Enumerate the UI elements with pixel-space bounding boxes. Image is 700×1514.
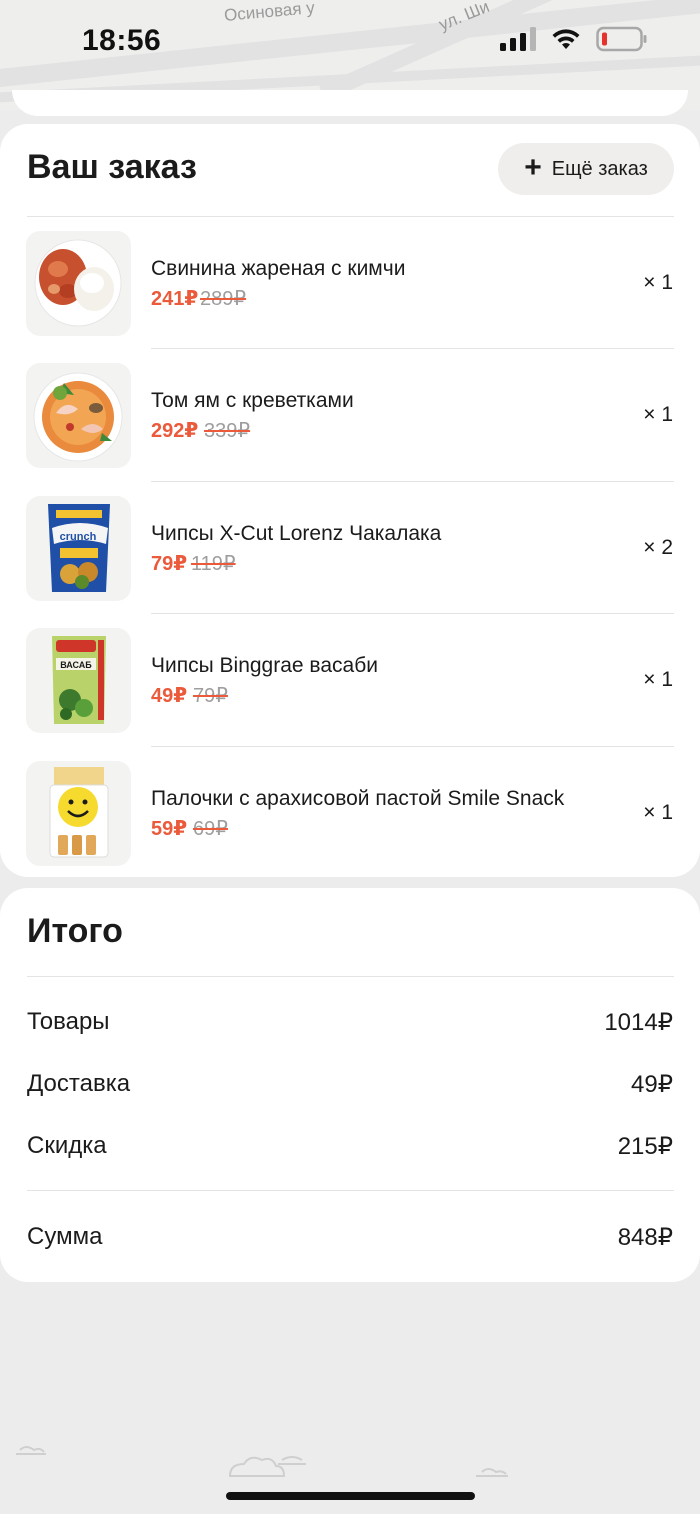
item-price: 49₽ [151, 685, 188, 707]
map-street-label: Осиновая у [223, 0, 316, 25]
cloud-icon [228, 1456, 306, 1477]
summary-discount-value: 215₽ [617, 1133, 673, 1160]
status-time: 18:56 [82, 24, 162, 57]
tom-yum-image [26, 363, 131, 468]
summary-title: Итого [27, 912, 123, 950]
item-quantity: × 1 [643, 668, 673, 691]
divider [27, 216, 674, 217]
item-name: Чипсы X-Cut Lorenz Чакалака [151, 522, 442, 545]
item-price: 59₽ [151, 818, 188, 840]
previous-card-edge [12, 90, 688, 116]
item-old-price: 79₽ [193, 685, 228, 707]
battery-low-icon [596, 26, 647, 52]
cellular-signal-icon [500, 27, 536, 51]
order-item[interactable]: Палочки с арахисовой пастой Smile Snack … [0, 761, 700, 893]
divider [151, 348, 674, 349]
item-quantity: × 1 [643, 403, 673, 426]
item-price: 241₽ [151, 288, 199, 310]
summary-delivery-value: 49₽ [631, 1071, 673, 1098]
summary-discount-label: Скидка [27, 1132, 107, 1159]
crunchips-image: crunch [26, 496, 131, 601]
summary-total-value: 848₽ [617, 1224, 673, 1251]
add-order-button-label: Ещё заказ [551, 157, 648, 180]
item-quantity: × 2 [643, 536, 673, 559]
order-item[interactable]: ВАСАБ Чипсы Binggrae васаби 49₽ 79₽ × 1 [0, 628, 700, 760]
summary-goods-label: Товары [27, 1008, 110, 1035]
pork-kimchi-image [26, 231, 131, 336]
item-name: Палочки с арахисовой пастой Smile Snack [151, 787, 565, 810]
cloud-icon [16, 1446, 46, 1455]
divider [151, 613, 674, 614]
item-quantity: × 1 [643, 271, 673, 294]
summary-total-label: Сумма [27, 1223, 103, 1250]
item-name: Свинина жареная с кимчи [151, 257, 406, 280]
item-price: 79₽ [151, 553, 188, 575]
wifi-icon [552, 29, 580, 49]
svg-text:ВАСАБ: ВАСАБ [60, 660, 92, 670]
divider [151, 481, 674, 482]
order-item[interactable]: crunch Чипсы X-Cut Lorenz Чакалака 79₽ 1… [0, 496, 700, 628]
order-item[interactable]: Том ям с креветками 292₽ 339₽ × 1 [0, 363, 700, 495]
order-title: Ваш заказ [27, 148, 197, 186]
svg-text:crunch: crunch [60, 531, 97, 543]
item-price: 292₽ [151, 420, 199, 442]
item-quantity: × 1 [643, 801, 673, 824]
item-name: Чипсы Binggrae васаби [151, 654, 378, 677]
item-old-price: 119₽ [191, 553, 236, 575]
add-order-button[interactable]: + Ещё заказ [498, 143, 674, 195]
plus-icon: + [524, 150, 542, 184]
smile-snack-image [26, 761, 131, 866]
home-indicator[interactable] [226, 1492, 475, 1500]
item-old-price: 69₽ [193, 818, 228, 840]
divider [27, 1190, 674, 1191]
cloud-icon [476, 1468, 508, 1477]
item-name: Том ям с креветками [151, 389, 354, 412]
item-old-price: 289₽ [200, 288, 247, 310]
summary-goods-value: 1014₽ [604, 1009, 673, 1036]
status-icons [500, 26, 648, 52]
order-item[interactable]: Свинина жареная с кимчи 241₽ 289₽ × 1 [0, 231, 700, 363]
summary-delivery-label: Доставка [27, 1070, 131, 1097]
divider [27, 976, 674, 977]
binggrae-wasabi-image: ВАСАБ [26, 628, 131, 733]
item-old-price: 339₽ [204, 420, 251, 442]
divider [151, 746, 674, 747]
